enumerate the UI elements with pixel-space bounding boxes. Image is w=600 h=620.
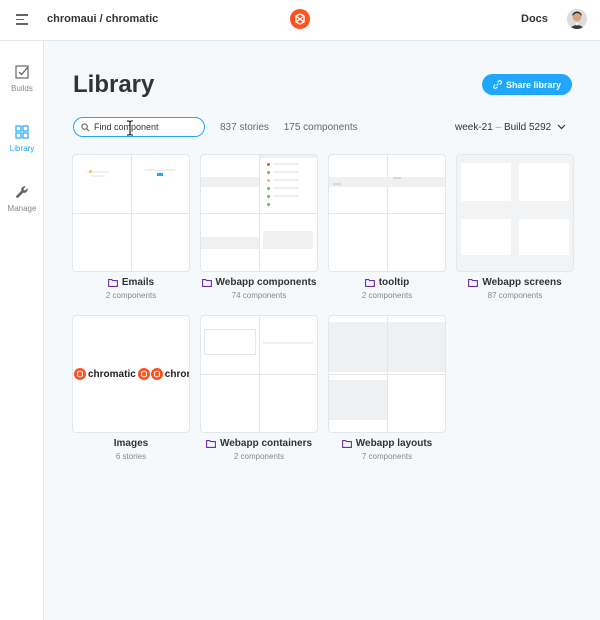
library-card-emails[interactable]: Emails 2 components (73, 155, 189, 300)
build-selector[interactable]: week-21 – Build 5292 (455, 122, 566, 133)
search-input[interactable] (94, 122, 194, 132)
card-name: Webapp components (215, 277, 317, 288)
share-library-label: Share library (505, 79, 562, 90)
library-counts: 837 stories 175 components (220, 122, 358, 133)
page-title: Library (73, 71, 155, 98)
sidebar-item-library[interactable]: Library (0, 125, 44, 153)
chromatic-wordmark: chromatic chroma (74, 367, 189, 381)
card-name: Webapp screens (482, 277, 562, 288)
sidebar-item-manage[interactable]: Manage (0, 185, 44, 213)
card-count: 2 components (105, 291, 157, 300)
chromatic-logo-icon (74, 368, 86, 380)
search-field[interactable] (73, 117, 205, 137)
library-card-webapp-layouts[interactable]: Webapp layouts 7 components (329, 316, 445, 461)
search-icon (81, 122, 90, 131)
folder-icon (201, 278, 212, 287)
card-thumbnail (329, 316, 445, 432)
chromatic-logo-icon (150, 368, 163, 380)
folder-icon (107, 278, 118, 287)
card-thumbnail (201, 316, 317, 432)
checkbox-icon (15, 65, 29, 79)
card-count: 87 components (487, 291, 543, 300)
chromatic-logo[interactable] (290, 9, 310, 29)
branch-name: week-21 (455, 122, 493, 133)
folder-icon (206, 439, 216, 448)
card-title: Webapp containers (201, 438, 317, 449)
card-name: Webapp containers (219, 438, 313, 449)
card-name: Images (113, 438, 149, 449)
card-title: Webapp layouts (329, 438, 445, 449)
card-name: Webapp layouts (355, 438, 433, 449)
docs-link[interactable]: Docs (521, 13, 548, 25)
library-card-webapp-components[interactable]: Webapp components 74 components (201, 155, 317, 300)
stories-count: 837 stories (220, 122, 269, 133)
sidebar-item-label: Manage (7, 204, 37, 213)
card-title: Images (73, 438, 189, 449)
sidebar-item-label: Builds (11, 84, 33, 93)
library-card-tooltip[interactable]: tooltip 2 components (329, 155, 445, 300)
card-count: 2 components (361, 291, 413, 300)
card-title: Webapp components (201, 277, 317, 288)
components-count: 175 components (283, 122, 358, 133)
card-thumbnail (73, 155, 189, 271)
library-card-webapp-containers[interactable]: Webapp containers 2 components (201, 316, 317, 461)
folder-icon (364, 278, 375, 287)
link-icon (493, 80, 502, 89)
card-count: 74 components (231, 291, 287, 300)
library-card-images[interactable]: chromatic chroma Images 6 stories (73, 316, 189, 461)
top-bar: chromaui / chromatic Docs (0, 0, 600, 41)
card-thumbnail (201, 155, 317, 271)
folder-icon (468, 278, 479, 287)
folder-icon (341, 439, 352, 448)
sidebar-item-builds[interactable]: Builds (0, 65, 44, 93)
grid-icon (15, 125, 29, 139)
card-name: Emails (121, 277, 155, 288)
card-thumbnail (457, 155, 573, 271)
share-library-button[interactable]: Share library (482, 74, 572, 95)
build-number: Build 5292 (503, 122, 552, 133)
card-name: tooltip (378, 277, 410, 288)
card-title: tooltip (329, 277, 445, 288)
card-title: Emails (73, 277, 189, 288)
card-count: 2 components (233, 452, 285, 461)
card-thumbnail: chromatic chroma (73, 316, 189, 432)
repo-name[interactable]: chromaui / chromatic (47, 13, 158, 25)
card-thumbnail (329, 155, 445, 271)
card-count: 6 stories (115, 452, 147, 461)
build-separator: – (495, 122, 502, 133)
chromatic-logo-icon (137, 368, 150, 380)
library-card-webapp-screens[interactable]: Webapp screens 87 components (457, 155, 573, 300)
sidebar: Builds Library Manage (0, 41, 44, 620)
sidebar-item-label: Library (9, 144, 35, 153)
avatar[interactable] (567, 9, 587, 29)
wrench-icon (16, 186, 28, 198)
text-cursor-icon (127, 120, 133, 136)
card-title: Webapp screens (457, 277, 573, 288)
card-count: 7 components (361, 452, 413, 461)
main-content: Library Share library 837 stories 175 co… (44, 41, 600, 620)
menu-icon[interactable] (16, 14, 28, 26)
chevron-down-icon (557, 124, 566, 130)
